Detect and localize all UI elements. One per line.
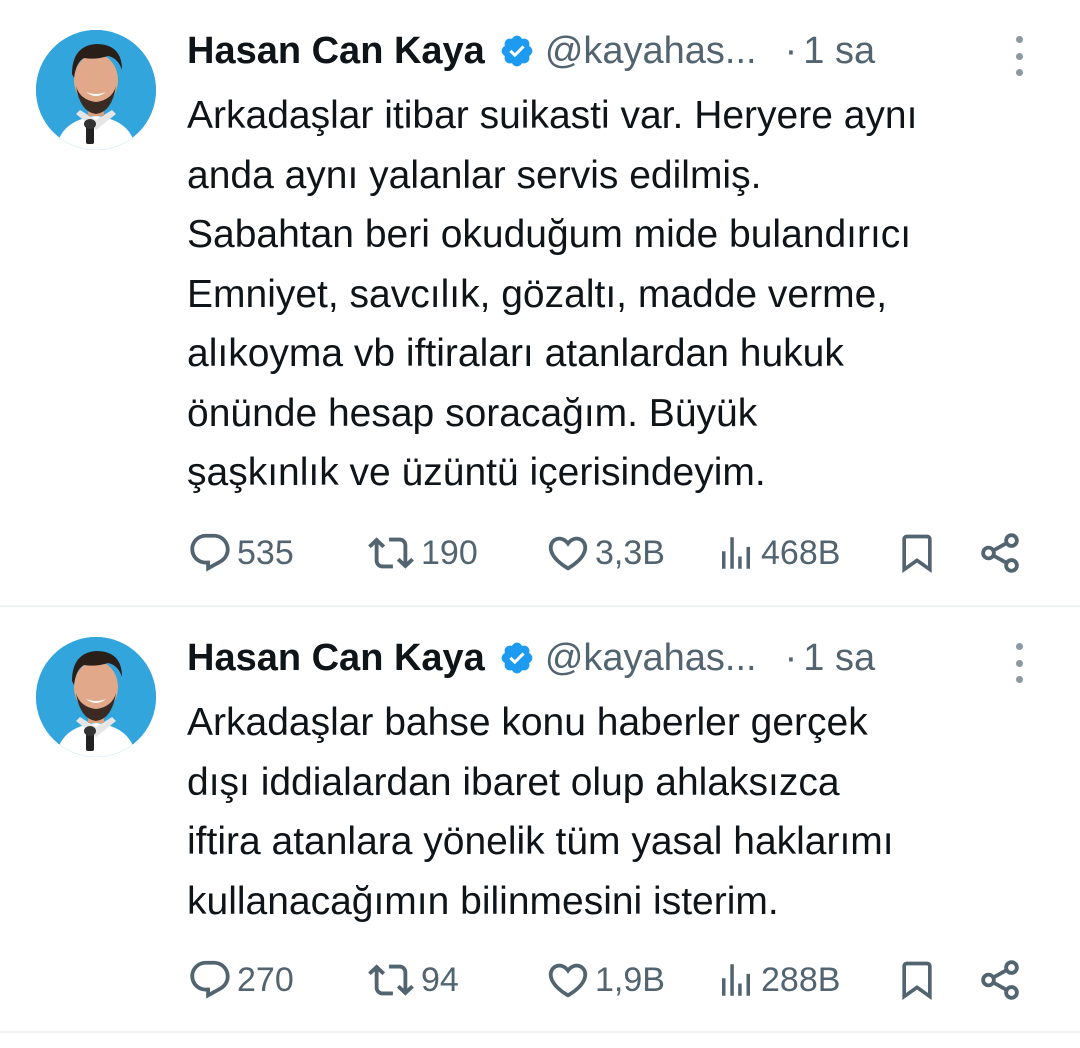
share-icon (981, 533, 1019, 573)
like-button[interactable]: 1,9B (545, 955, 665, 1005)
bar-chart-icon (722, 964, 750, 996)
reply-button[interactable]: 535 (187, 528, 294, 578)
author-name[interactable]: Hasan Can Kaya (187, 637, 485, 680)
like-count: 3,3B (595, 533, 665, 572)
avatar[interactable] (36, 637, 156, 757)
retweet-button[interactable]: 94 (365, 955, 459, 1005)
bookmark-icon (902, 534, 932, 574)
retweet-arrows-icon (368, 537, 414, 569)
views-button[interactable]: 468B (715, 528, 840, 578)
verified-badge-icon (499, 640, 535, 676)
share-button[interactable] (977, 955, 1023, 1005)
views-count: 288B (761, 960, 841, 999)
views-count: 468B (761, 533, 841, 572)
avatar-image (36, 637, 156, 757)
avatar[interactable] (36, 30, 156, 150)
tweet-header: Hasan Can Kaya @kayahas... · 1 sa (187, 26, 1067, 76)
retweet-arrows-icon (368, 964, 414, 996)
reply-count: 535 (237, 533, 294, 572)
separator-dot: · (784, 29, 798, 72)
reply-bubble-icon (190, 533, 230, 572)
reply-button[interactable]: 270 (187, 955, 294, 1005)
retweet-count: 190 (421, 533, 478, 572)
tweet-divider (0, 1031, 1080, 1033)
author-handle[interactable]: @kayahas... (545, 30, 757, 73)
heart-icon (548, 963, 588, 998)
tweet-header: Hasan Can Kaya @kayahas... · 1 sa (187, 633, 1067, 683)
more-vertical-icon[interactable] (1006, 36, 1032, 76)
bar-chart-icon (722, 537, 750, 569)
reply-bubble-icon (190, 960, 230, 999)
bookmark-button[interactable] (895, 955, 939, 1005)
views-button[interactable]: 288B (715, 955, 840, 1005)
bookmark-button[interactable] (895, 528, 939, 578)
bookmark-icon (902, 961, 932, 1001)
tweet-actions: 270 94 1,9B 288B (187, 955, 1037, 1005)
timestamp[interactable]: 1 sa (803, 637, 875, 680)
like-button[interactable]: 3,3B (545, 528, 665, 578)
avatar-image (36, 30, 156, 150)
tweet-text: Arkadaşlar itibar suikasti var. Heryere … (187, 94, 918, 494)
share-button[interactable] (977, 528, 1023, 578)
tweet-actions: 535 190 3,3B 468B (187, 528, 1037, 578)
verified-badge-icon (499, 33, 535, 69)
tweet[interactable]: Hasan Can Kaya @kayahas... · 1 sa Arkada… (0, 607, 1080, 1031)
tweet[interactable]: Hasan Can Kaya @kayahas... · 1 sa Arkada… (0, 0, 1080, 606)
heart-icon (548, 536, 588, 571)
retweet-button[interactable]: 190 (365, 528, 478, 578)
author-name[interactable]: Hasan Can Kaya (187, 30, 485, 73)
author-handle[interactable]: @kayahas... (545, 637, 757, 680)
separator-dot: · (784, 636, 798, 679)
share-icon (981, 960, 1019, 1000)
retweet-count: 94 (421, 960, 459, 999)
tweet-text: Arkadaşlar bahse konu haberler gerçek dı… (187, 701, 894, 923)
more-vertical-icon[interactable] (1006, 643, 1032, 683)
timestamp[interactable]: 1 sa (803, 30, 875, 73)
like-count: 1,9B (595, 960, 665, 999)
reply-count: 270 (237, 960, 294, 999)
